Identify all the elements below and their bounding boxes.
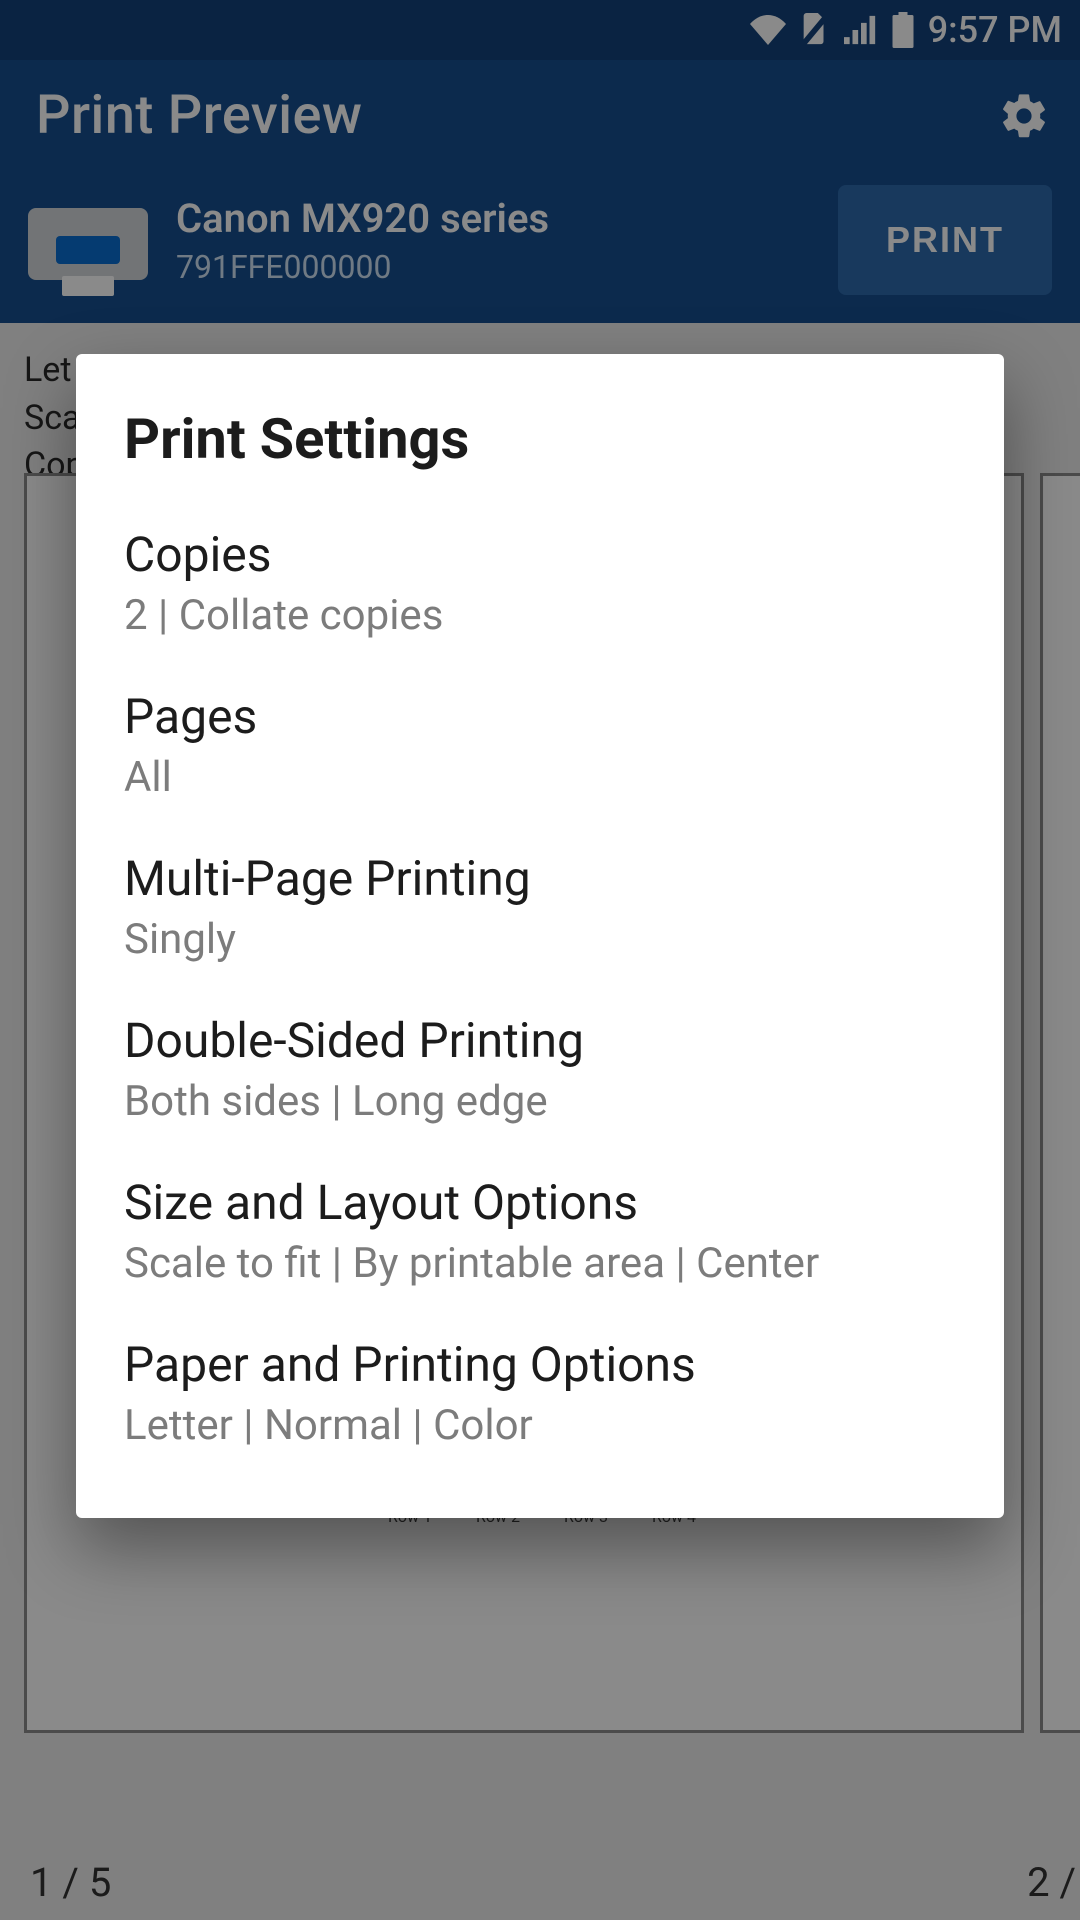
setting-value: Singly [124, 915, 956, 964]
setting-value: Letter | Normal | Color [124, 1401, 956, 1450]
setting-label: Paper and Printing Options [124, 1336, 956, 1393]
setting-label: Multi-Page Printing [124, 850, 956, 907]
setting-label: Double-Sided Printing [124, 1012, 956, 1069]
setting-paper-and-printing-options[interactable]: Paper and Printing Options Letter | Norma… [76, 1312, 1004, 1474]
setting-value: All [124, 753, 956, 802]
setting-label: Size and Layout Options [124, 1174, 956, 1231]
setting-pages[interactable]: Pages All [76, 664, 1004, 826]
setting-value: 2 | Collate copies [124, 591, 956, 640]
setting-label: Pages [124, 688, 956, 745]
setting-value: Scale to fit | By printable area | Cente… [124, 1239, 956, 1288]
print-settings-dialog: Print Settings Copies 2 | Collate copies P… [76, 354, 1004, 1518]
setting-label: Copies [124, 526, 956, 583]
dialog-title: Print Settings [76, 392, 1004, 502]
setting-double-sided-printing[interactable]: Double-Sided Printing Both sides | Long e… [76, 988, 1004, 1150]
setting-copies[interactable]: Copies 2 | Collate copies [76, 502, 1004, 664]
setting-size-and-layout-options[interactable]: Size and Layout Options Scale to fit | By… [76, 1150, 1004, 1312]
setting-multi-page-printing[interactable]: Multi-Page Printing Singly [76, 826, 1004, 988]
setting-value: Both sides | Long edge [124, 1077, 956, 1126]
